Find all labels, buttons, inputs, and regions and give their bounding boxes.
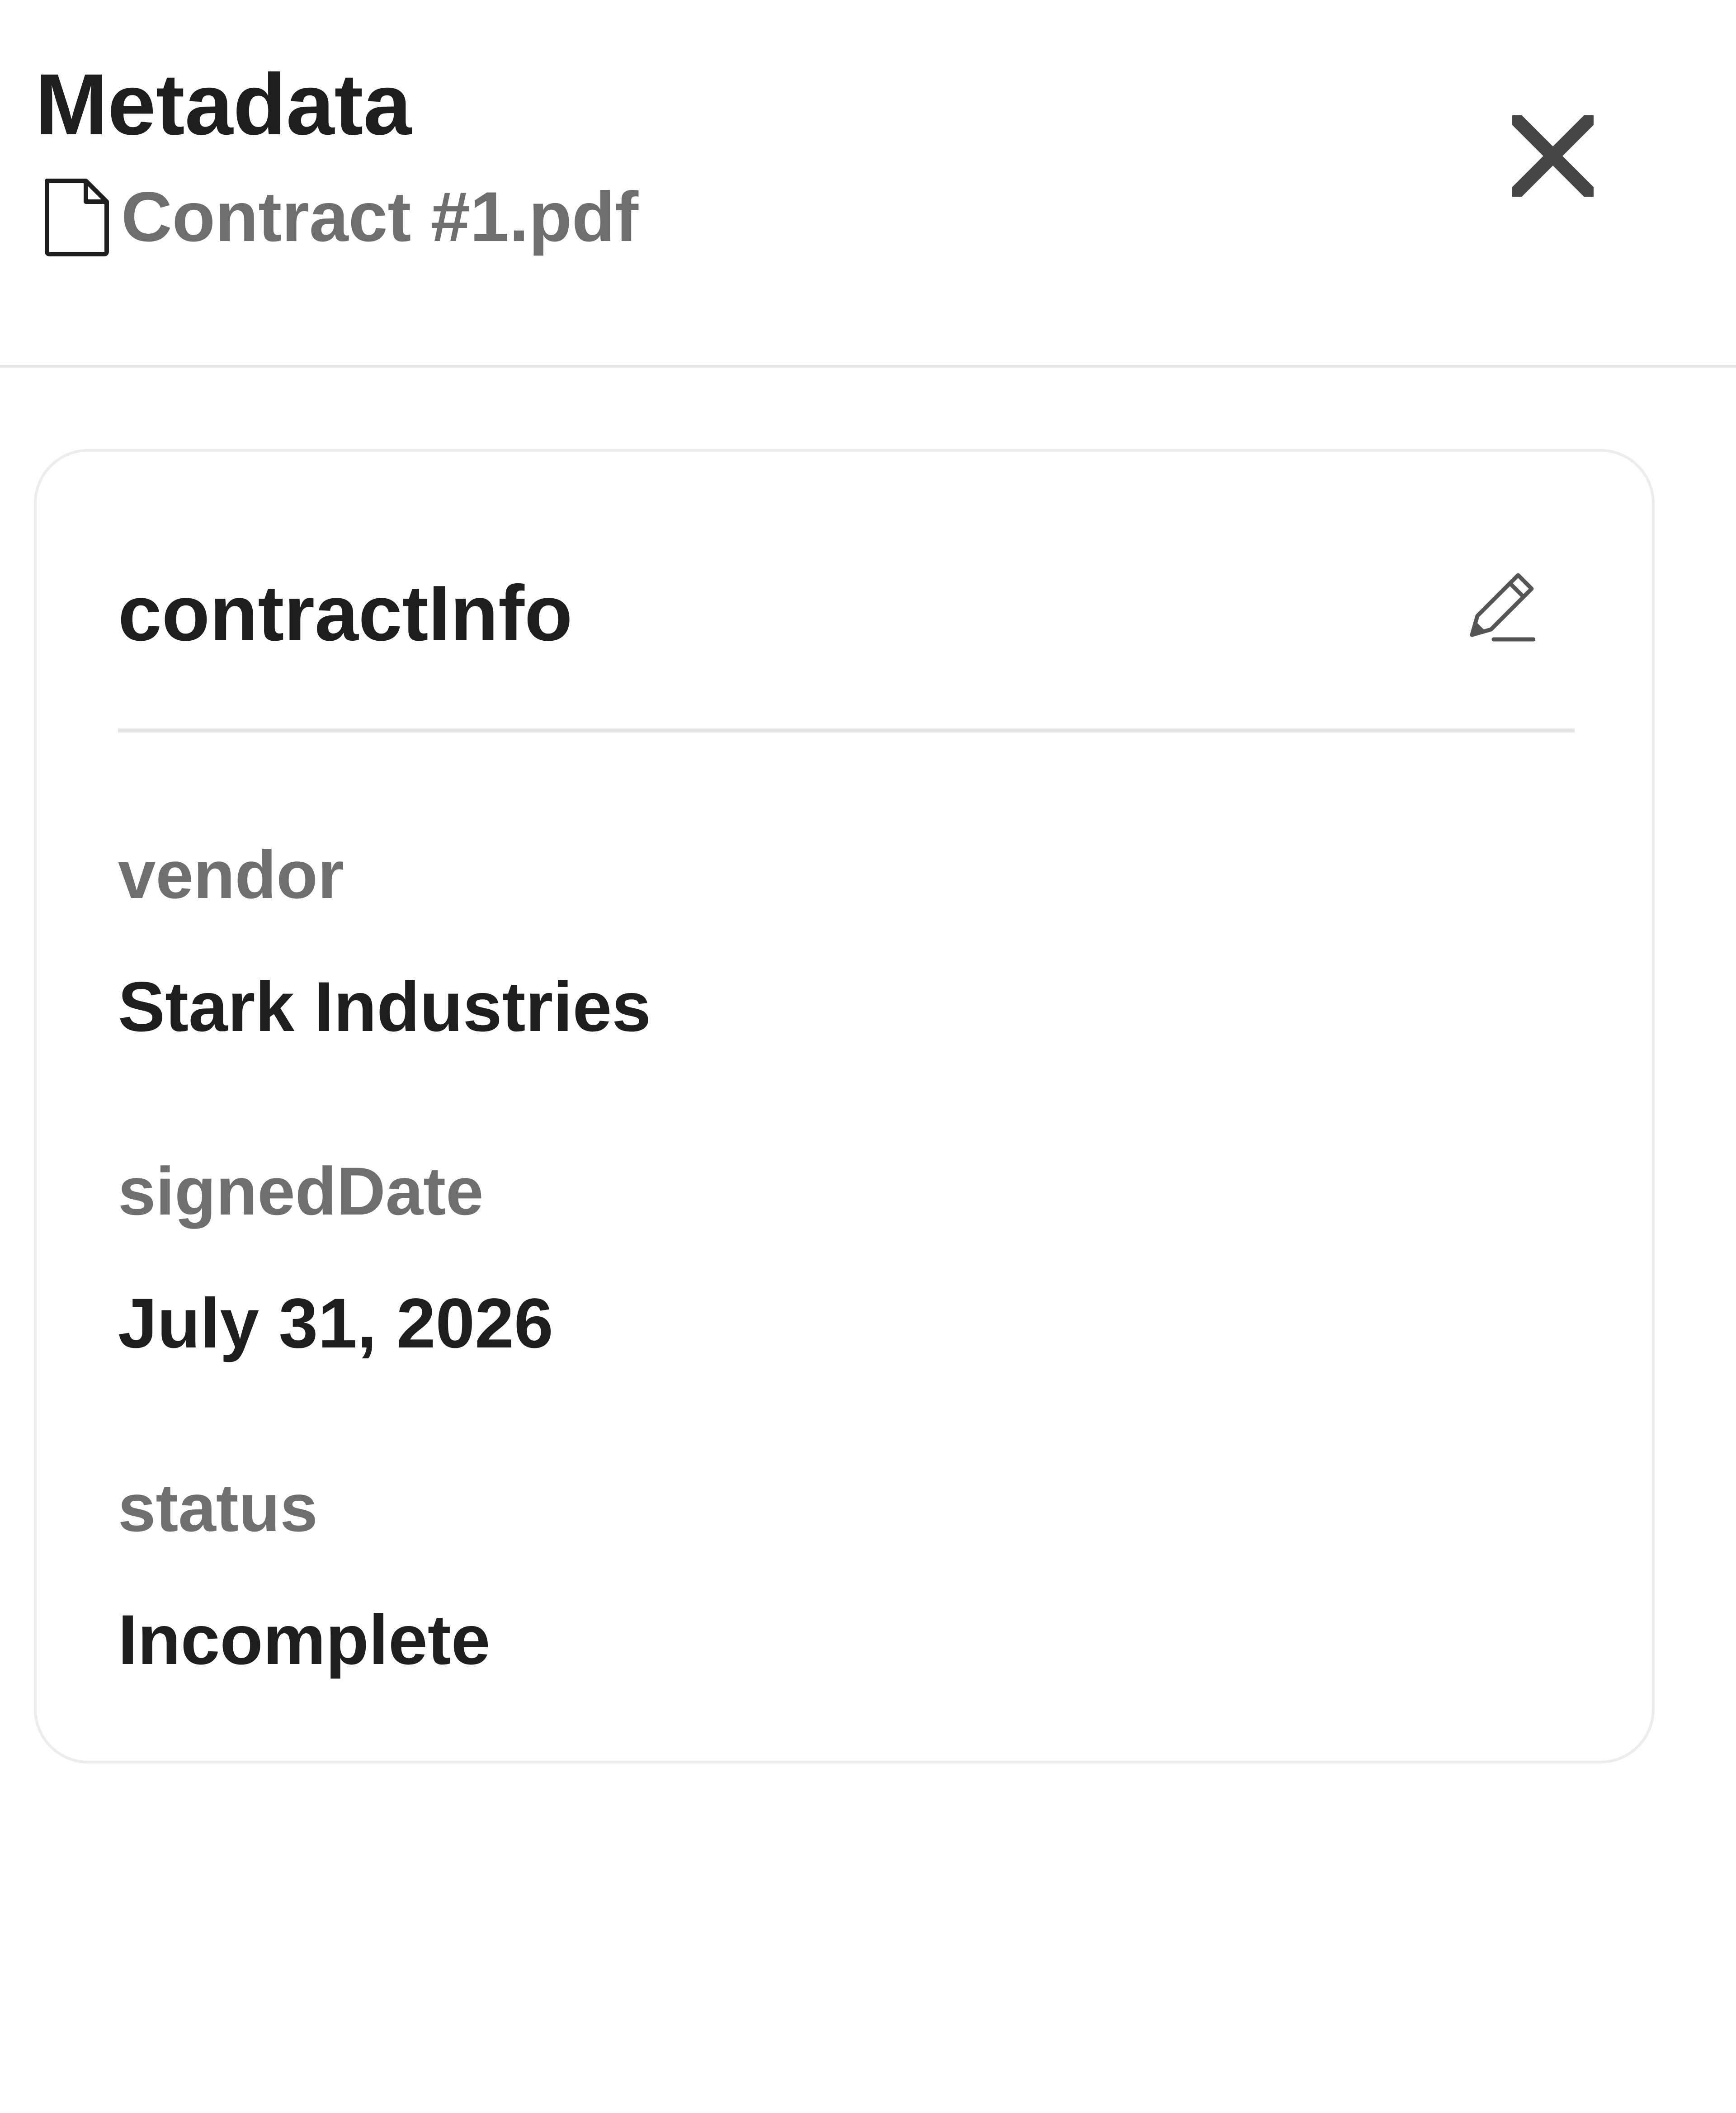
field-value-status: Incomplete (118, 1601, 491, 1679)
pencil-icon (1470, 573, 1535, 642)
panel-header: Metadata Contract #1.pdf (0, 0, 1736, 368)
card-divider (118, 728, 1575, 733)
field-value-vendor: Stark Industries (118, 968, 651, 1046)
document-icon (45, 179, 109, 256)
field-value-signed-date: July 31, 2026 (118, 1284, 553, 1363)
edit-button[interactable] (1447, 560, 1542, 655)
file-name: Contract #1.pdf (121, 178, 639, 256)
card-title: contractInfo (118, 569, 573, 657)
file-info: Contract #1.pdf (41, 176, 638, 258)
field-label-vendor: vendor (118, 837, 344, 912)
field-label-status: status (118, 1470, 318, 1546)
close-button[interactable] (1505, 109, 1600, 203)
panel-title: Metadata (35, 56, 412, 153)
field-label-signed-date: signedDate (118, 1153, 484, 1229)
metadata-card: contractInfo vendor Stark Industries sig… (34, 449, 1655, 1763)
close-icon (1512, 115, 1594, 197)
